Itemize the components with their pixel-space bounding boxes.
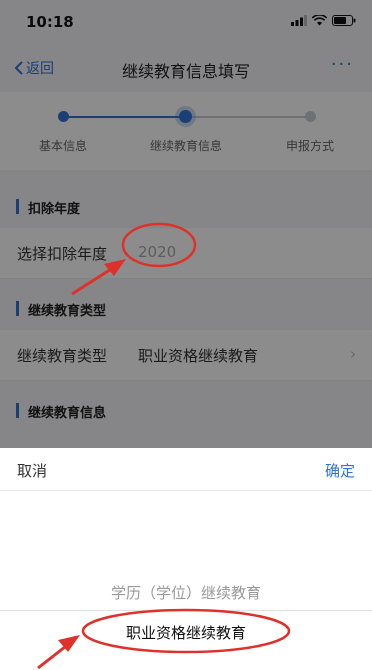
modal-overlay[interactable] — [0, 0, 372, 448]
picker-confirm-button[interactable]: 确定 — [325, 460, 355, 481]
picker-option-selected[interactable]: 职业资格继续教育 — [0, 622, 372, 643]
picker-toolbar: 取消 确定 — [0, 448, 372, 491]
picker-cancel-button[interactable]: 取消 — [17, 460, 47, 481]
picker-option[interactable]: 学历（学位）继续教育 — [0, 582, 372, 603]
picker-selection-divider — [0, 610, 372, 611]
